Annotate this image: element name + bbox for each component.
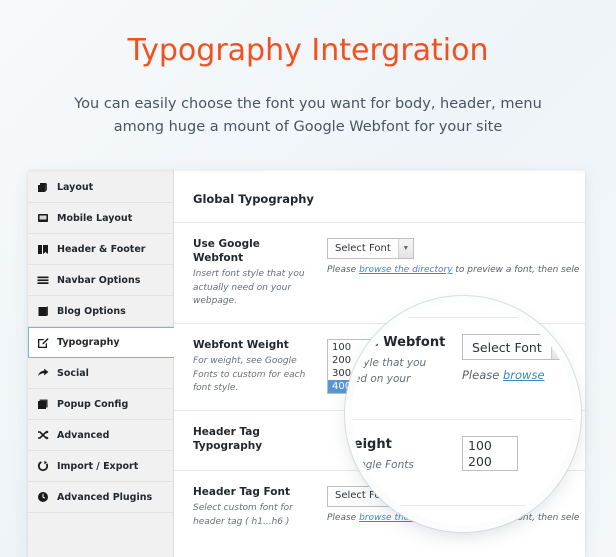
field-description: Select custom font for header tag ( h1..…	[193, 503, 293, 527]
magnified-field-title: Use Google Webfont	[352, 335, 446, 350]
webfont-hint: Please browse the directory to preview a…	[327, 265, 585, 275]
hint-prefix: Please	[327, 512, 360, 523]
magnified-section-header: l Typography	[352, 303, 574, 318]
field-title: Use Google Webfont	[193, 238, 260, 265]
magnified-field-title: bfont Weight	[352, 437, 392, 453]
hero-section: Typography Intergration You can easily c…	[0, 0, 616, 140]
sidebar-item-label: Advanced	[57, 429, 110, 441]
browse-directory-link[interactable]: browse	[503, 368, 545, 382]
sidebar-item-social[interactable]: Social	[28, 358, 173, 389]
select-value: Select Font	[472, 339, 542, 355]
sidebar-item-layout[interactable]: Layout	[28, 172, 173, 203]
sidebar-item-label: Import / Export	[57, 460, 139, 472]
magnified-field-description: Insert font style that you actually need…	[352, 356, 427, 385]
select-value: Select Font	[335, 242, 391, 254]
sidebar-item-blog-options[interactable]: Blog Options	[28, 296, 173, 327]
sidebar-item-navbar-options[interactable]: Navbar Options	[28, 265, 173, 296]
window-stack-icon	[37, 398, 52, 411]
info-circle-icon	[37, 491, 52, 504]
sidebar-item-label: Navbar Options	[57, 274, 141, 286]
hamburger-icon	[37, 274, 52, 287]
sidebar-item-label: Header & Footer	[57, 243, 146, 255]
field-label-group: Use Google Webfont Insert font style tha…	[193, 237, 327, 309]
sidebar-item-label: Typography	[57, 337, 120, 348]
field-description: For weight, see Google Fonts to custom f…	[193, 356, 306, 394]
field-title: Webfont Weight	[193, 338, 289, 351]
magnified-field-webfont-weight: bfont Weight ight, see Google Fonts for …	[352, 420, 574, 507]
field-label-group: Webfont Weight For weight, see Google Fo…	[193, 338, 327, 396]
sidebar-item-label: Layout	[57, 181, 94, 193]
field-label-group: Header Tag Font Select custom font for h…	[193, 485, 327, 529]
sidebar-item-label: Social	[57, 367, 89, 379]
sidebar-item-mobile-layout[interactable]: Mobile Layout	[28, 203, 173, 234]
sidebar-item-import-export[interactable]: Import / Export	[28, 451, 173, 482]
google-webfont-select[interactable]: Select Font ▼	[327, 238, 414, 259]
cube-icon	[37, 181, 52, 194]
sidebar-item-label: Popup Config	[57, 398, 129, 410]
weight-option[interactable]: 100	[463, 438, 517, 454]
page-subtitle: You can easily choose the font you want …	[74, 96, 542, 136]
browse-directory-link[interactable]: browse the directory	[359, 265, 452, 275]
chevron-down-icon: ▼	[550, 335, 568, 359]
sidebar-item-popup-config[interactable]: Popup Config	[28, 389, 173, 420]
share-arrow-icon	[37, 367, 52, 380]
book-icon	[37, 243, 52, 256]
field-description: Insert font style that you actually need…	[193, 269, 305, 307]
magnified-webfont-weight-multiselect[interactable]: 100 200	[462, 436, 518, 472]
chevron-down-icon: ▼	[397, 239, 413, 258]
sidebar-item-header-footer[interactable]: Header & Footer	[28, 234, 173, 265]
sidebar-item-advanced[interactable]: Advanced	[28, 420, 173, 451]
field-title: Header Tag Font	[193, 485, 290, 498]
magnified-field-description-line2: for each font	[352, 475, 364, 488]
sidebar-item-label: Mobile Layout	[57, 212, 133, 224]
magnifier-lens: l Typography Use Google Webfont Insert f…	[352, 303, 574, 525]
refresh-circle-icon	[37, 460, 52, 473]
section-label-group: Header Tag Typography	[193, 425, 327, 456]
hint-suffix: to preview a font, then sele	[452, 265, 580, 275]
hint-prefix: Please	[327, 265, 360, 275]
sidebar-item-advanced-plugins[interactable]: Advanced Plugins	[28, 482, 173, 513]
settings-sidebar: Layout Mobile Layout Header & Footer Nav…	[28, 170, 174, 557]
page-title: Typography Intergration	[127, 33, 489, 68]
magnified-google-webfont-select[interactable]: Select Font ▼	[462, 334, 569, 360]
sidebar-item-typography[interactable]: Typography	[28, 327, 174, 358]
sidebar-item-label: Advanced Plugins	[57, 491, 153, 503]
pencil-square-icon	[37, 336, 52, 349]
monitor-icon	[37, 212, 52, 225]
sidebar-item-label: Blog Options	[57, 305, 126, 317]
field-control-group: Select Font ▼ Please browse the director…	[327, 237, 585, 309]
magnified-hint: Please browse	[462, 368, 574, 382]
notebook-icon	[37, 305, 52, 318]
shuffle-icon	[37, 429, 52, 442]
hint-prefix: Please	[462, 368, 503, 382]
weight-option[interactable]: 200	[463, 454, 517, 470]
global-typography-section-header: Global Typography	[174, 170, 585, 223]
section-title: Header Tag Typography	[193, 425, 263, 452]
section-title: Global Typography	[193, 192, 314, 206]
magnified-field-use-google-webfont: Use Google Webfont Insert font style tha…	[352, 318, 574, 421]
magnified-field-description-line1: ight, see Google Fonts	[352, 458, 414, 471]
magnifier-content: l Typography Use Google Webfont Insert f…	[352, 303, 574, 507]
